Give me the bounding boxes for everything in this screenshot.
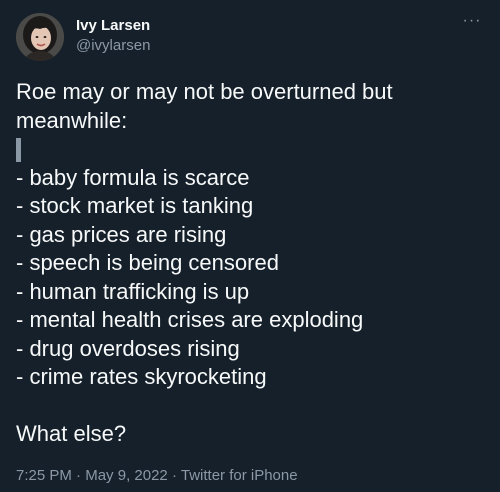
cursor-bar	[16, 138, 21, 162]
tweet-meta: 7:25 PM · May 9, 2022 · Twitter for iPho…	[16, 466, 298, 486]
tweet-text: Roe may or may not be overturned but mea…	[16, 78, 484, 449]
list-item: - speech is being censored	[16, 250, 279, 275]
list-item: - stock market is tanking	[16, 193, 254, 218]
meta-separator: ·	[76, 467, 82, 484]
tweet-date[interactable]: May 9, 2022	[85, 467, 168, 484]
tweet-list: - baby formula is scarce - stock market …	[16, 164, 484, 392]
list-item: - drug overdoses rising	[16, 335, 240, 361]
tweet-source[interactable]: Twitter for iPhone	[181, 467, 298, 484]
tweet-intro-line-1: Roe may or may not be overturned but	[16, 79, 393, 104]
tweet-time[interactable]: 7:25 PM	[16, 467, 72, 484]
author-names: Ivy Larsen @ivylarsen	[76, 16, 150, 56]
avatar[interactable]	[16, 13, 64, 61]
list-item: - gas prices are rising	[16, 221, 227, 247]
tweet-closing: What else?	[16, 421, 127, 446]
list-item: - mental health crises are exploding	[16, 307, 364, 332]
meta-separator: ·	[171, 467, 177, 484]
tweet-header: Ivy Larsen @ivylarsen ···	[16, 13, 484, 63]
more-horizontal-icon[interactable]: ···	[460, 13, 484, 35]
author-display-name[interactable]: Ivy Larsen	[76, 16, 150, 36]
profile-photo-icon	[16, 13, 64, 61]
author-handle[interactable]: @ivylarsen	[76, 36, 150, 56]
list-item: - human trafficking is up	[16, 278, 250, 304]
tweet-intro-line-2: meanwhile:	[16, 107, 128, 133]
text-cursor-mark	[16, 135, 484, 164]
list-item: - crime rates skyrocketing	[16, 364, 267, 389]
tweet-card: Ivy Larsen @ivylarsen ··· Roe may or may…	[0, 0, 500, 492]
list-item: - baby formula is scarce	[16, 164, 250, 190]
